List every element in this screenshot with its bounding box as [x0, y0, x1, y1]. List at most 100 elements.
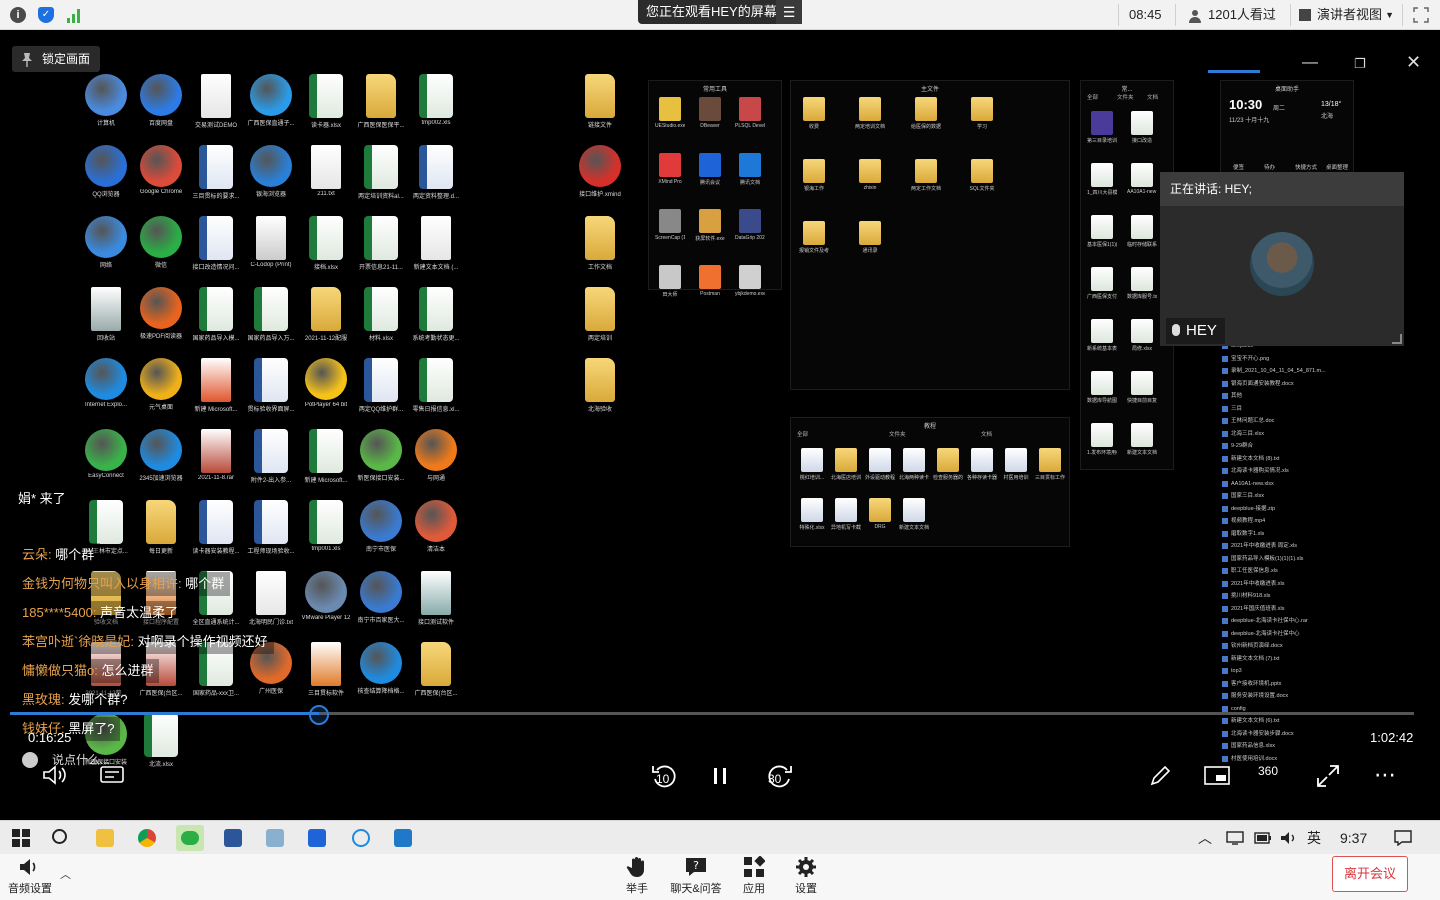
- fence-item[interactable]: 1_四川大县模板软件...: [1087, 163, 1117, 196]
- fence-item[interactable]: 三目贯标工作: [1035, 448, 1065, 481]
- fence-item[interactable]: 外设驱动教程（参考...: [865, 448, 895, 481]
- fence-item[interactable]: 局修.xlsx: [1127, 319, 1157, 352]
- fence-item[interactable]: 广西医保支付接口规...: [1087, 267, 1117, 300]
- file-list-item[interactable]: deepblue-接据.zip: [1222, 503, 1352, 516]
- chat-username[interactable]: 慵懒做只猫o:: [22, 663, 98, 678]
- file-list-item[interactable]: 其他: [1222, 390, 1352, 403]
- fence-item[interactable]: 两定工作文档: [911, 159, 941, 192]
- wechat-icon[interactable]: [176, 825, 204, 851]
- desktop-icon[interactable]: 接口改造情况问...: [188, 216, 244, 271]
- desktop-icon[interactable]: 北流.xlsx: [133, 713, 189, 768]
- file-list-item[interactable]: 新建文本文档 (8).txt: [1222, 453, 1352, 466]
- desktop-icon[interactable]: 211.txt: [298, 145, 354, 197]
- vr-360-icon[interactable]: 360: [1258, 764, 1278, 778]
- file-list-item[interactable]: 银海页面通安装教程.docx: [1222, 378, 1352, 391]
- active-speaker-panel[interactable]: 正在讲话: HEY; HEY: [1160, 172, 1404, 346]
- desktop-icon[interactable]: 计算机: [78, 74, 134, 127]
- tencent-meeting-icon[interactable]: [308, 829, 326, 847]
- fence-item[interactable]: 各种存读卡器汇总.xlsx: [967, 448, 997, 481]
- desktop-icon[interactable]: PotPlayer 64 bit: [298, 358, 354, 408]
- desktop-icon[interactable]: 极速PDF阅读器: [133, 287, 189, 340]
- file-list-item[interactable]: AA10A1-new.xlsx: [1222, 478, 1352, 491]
- fence-item[interactable]: 新系统基本表格.xlsx: [1087, 319, 1117, 352]
- desktop-icon[interactable]: 清洁本: [408, 500, 464, 553]
- fence-item[interactable]: 北海医店培训: [831, 448, 861, 481]
- fence-item[interactable]: 腾讯文档: [735, 153, 765, 186]
- desktop-icon[interactable]: 2021-11-8.rar: [188, 429, 244, 481]
- desktop-icon[interactable]: 交易测试DEMO: [188, 74, 244, 129]
- system-clock[interactable]: 9:37: [1340, 821, 1367, 855]
- fence-item[interactable]: 快捷目前目复.xls: [1127, 371, 1157, 404]
- desktop-icon[interactable]: tmp001.xls: [298, 500, 354, 552]
- chevron-up-icon[interactable]: ︿: [60, 866, 71, 882]
- file-list-item[interactable]: 磨取数字1.xls: [1222, 528, 1352, 541]
- fence-item[interactable]: 新建文本文档 (10).txt: [899, 498, 929, 531]
- fence-tab[interactable]: 文件夹: [889, 430, 906, 438]
- desktop-icon[interactable]: 三目贯标的要求...: [188, 145, 244, 200]
- file-explorer-icon[interactable]: [96, 829, 114, 847]
- info-icon[interactable]: i: [10, 7, 26, 23]
- raise-hand-button[interactable]: 举手: [616, 854, 658, 900]
- desktop-icon[interactable]: 北海明民门诊.txt: [243, 571, 299, 626]
- progress-scrub-handle[interactable]: [309, 705, 329, 725]
- network-signal-icon[interactable]: [66, 7, 82, 23]
- desktop-icon[interactable]: 网络: [78, 216, 134, 269]
- emoji-icon[interactable]: [22, 752, 38, 768]
- view-mode-dropdown[interactable]: 演讲者视图 ▼: [1290, 4, 1402, 26]
- more-options-icon[interactable]: ⋯: [1374, 762, 1396, 788]
- file-list-item[interactable]: 视频教程.mp4: [1222, 515, 1352, 528]
- desktop-icon[interactable]: 读卡器安装教程...: [188, 500, 244, 555]
- fence-tab[interactable]: 文档: [981, 430, 992, 438]
- desktop-icon[interactable]: 零售日报信息.xl...: [408, 358, 464, 413]
- chat-username[interactable]: 黑玫瑰:: [22, 692, 65, 707]
- file-list-item[interactable]: 2021年中收缴进表.xls: [1222, 578, 1352, 591]
- fence-item[interactable]: DataGrip 2021.2.2: [735, 209, 765, 241]
- desktop-icon[interactable]: 银海浏览器: [243, 145, 299, 198]
- apps-button[interactable]: 应用: [734, 854, 774, 900]
- fence-item[interactable]: 收费: [799, 97, 829, 130]
- fence-item[interactable]: 1.发布环境用纪实.xls...: [1087, 423, 1117, 456]
- desktop-icon[interactable]: 南宁市百家医大...: [353, 571, 409, 624]
- fence-item[interactable]: PLSQL Developer: [735, 97, 765, 129]
- desktop-icon[interactable]: 国家药品导入万...: [243, 287, 299, 342]
- desktop-icon[interactable]: 新建 Microsoft...: [298, 429, 354, 484]
- fence-item[interactable]: 临时存储联系方式.txt: [1127, 215, 1157, 248]
- leave-meeting-button[interactable]: 离开会议: [1332, 856, 1408, 892]
- file-list-item[interactable]: 挑川材料918.xls: [1222, 590, 1352, 603]
- picture-in-picture-icon[interactable]: [1204, 766, 1230, 792]
- volume-icon[interactable]: [42, 764, 68, 792]
- file-list-item[interactable]: 2021年国庆值班表.xls: [1222, 603, 1352, 616]
- browser-icon[interactable]: [352, 829, 370, 847]
- desktop-icon[interactable]: EasyConnect: [78, 429, 134, 479]
- fence-tab[interactable]: 全部: [1087, 93, 1098, 101]
- desktop-icon[interactable]: 南宁市医保: [353, 500, 409, 553]
- fence-item[interactable]: 村医用培训: [1001, 448, 1031, 481]
- fence-item[interactable]: 银海工作: [799, 159, 829, 192]
- fence-item[interactable]: 通讯录: [855, 221, 885, 254]
- desktop-icon[interactable]: 微信: [133, 216, 189, 269]
- desktop-icon[interactable]: 接口测试软件: [408, 571, 464, 626]
- desktop-icon[interactable]: QQ浏览器: [78, 145, 134, 198]
- fullscreen-icon[interactable]: [1402, 4, 1440, 26]
- fence-tab[interactable]: 文档: [1147, 93, 1158, 101]
- fence-item[interactable]: DRG: [865, 498, 895, 530]
- fence-item[interactable]: 学习: [967, 97, 997, 130]
- fence-item[interactable]: UEStudio.exe: [655, 97, 685, 129]
- word-icon[interactable]: [224, 829, 242, 847]
- desktop-icon[interactable]: 两定QQ维护群...: [353, 358, 409, 413]
- fence-item[interactable]: 田大师: [655, 265, 685, 298]
- file-list-item[interactable]: 国家药品导入模板(1)(1)(1).xls: [1222, 553, 1352, 566]
- input-method-indicator[interactable]: 英: [1307, 821, 1321, 855]
- desktop-icon[interactable]: 两定培训资料al...: [353, 145, 409, 200]
- desktop-icon[interactable]: 国家药品导入模...: [188, 287, 244, 342]
- fence-item[interactable]: 数据库服号.txt: [1127, 267, 1157, 300]
- battery-tray-icon[interactable]: [1254, 821, 1272, 855]
- fence-item[interactable]: ybjkdemo.exe: [735, 265, 765, 297]
- desktop-folder[interactable]: 接口维护.xmind: [572, 145, 628, 198]
- chat-username[interactable]: 云朵:: [22, 547, 52, 562]
- desktop-icon[interactable]: 新建 Microsoft...: [188, 358, 244, 413]
- desktop-icon[interactable]: 三目贯标软件: [298, 642, 354, 697]
- desktop-icon[interactable]: 工程师现场验收...: [243, 500, 299, 555]
- chat-qa-button[interactable]: ? 聊天&问答: [666, 854, 726, 900]
- desktop-folder[interactable]: 链接文件: [572, 74, 628, 129]
